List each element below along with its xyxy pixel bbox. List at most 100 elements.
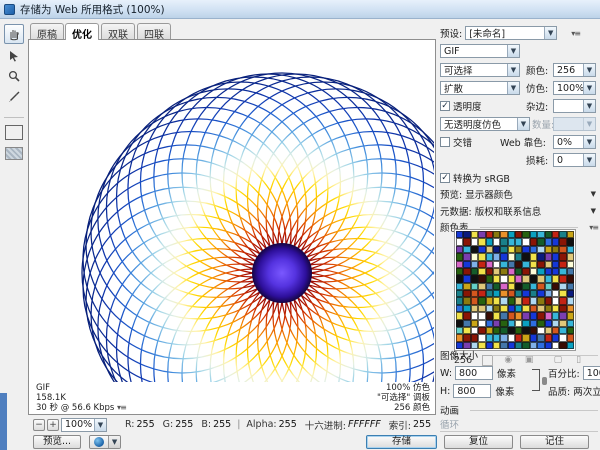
tab-4up[interactable]: 四联 bbox=[137, 23, 171, 41]
color-swatch[interactable] bbox=[522, 275, 530, 283]
color-swatch[interactable] bbox=[551, 312, 560, 320]
color-swatch[interactable] bbox=[515, 319, 523, 327]
color-swatch[interactable] bbox=[566, 282, 574, 290]
color-swatch[interactable] bbox=[478, 245, 486, 254]
color-swatch[interactable] bbox=[551, 282, 560, 290]
optimized-preview-area[interactable]: GIF 158.1K 30 秒 @ 56.6 Kbps ▾≡ 100% 仿色 "… bbox=[28, 39, 436, 415]
color-swatch[interactable] bbox=[544, 304, 552, 313]
color-swatch[interactable] bbox=[544, 334, 552, 342]
transparency-checkbox[interactable]: ✓ bbox=[440, 101, 450, 111]
preset-select[interactable]: [未命名] ▼ bbox=[465, 26, 558, 40]
save-button[interactable]: 存储 bbox=[366, 435, 437, 449]
chevron-down-icon[interactable]: ▼ bbox=[108, 435, 121, 448]
color-swatch[interactable] bbox=[492, 253, 501, 261]
color-swatch[interactable] bbox=[463, 326, 471, 335]
color-swatch[interactable] bbox=[470, 297, 479, 305]
color-swatch[interactable] bbox=[537, 282, 545, 290]
color-swatch[interactable] bbox=[492, 319, 501, 327]
color-swatch[interactable] bbox=[559, 290, 567, 298]
color-swatch[interactable] bbox=[551, 238, 560, 246]
color-swatch[interactable] bbox=[500, 253, 508, 261]
color-swatch[interactable] bbox=[529, 304, 538, 313]
color-swatch[interactable] bbox=[515, 231, 523, 239]
color-swatch[interactable] bbox=[507, 297, 515, 305]
color-swatch[interactable] bbox=[522, 267, 530, 276]
color-swatch[interactable] bbox=[478, 275, 486, 283]
color-swatch[interactable] bbox=[522, 334, 530, 342]
transparency-dither-select[interactable]: 无透明度仿色 ▼ bbox=[440, 117, 530, 131]
color-swatch[interactable] bbox=[566, 275, 574, 283]
matte-select[interactable]: ▼ bbox=[553, 99, 596, 113]
color-swatch[interactable] bbox=[492, 275, 501, 283]
width-input[interactable]: 800 bbox=[455, 366, 494, 380]
color-swatch[interactable] bbox=[537, 260, 545, 268]
color-swatch[interactable] bbox=[566, 231, 574, 239]
color-swatch[interactable] bbox=[544, 282, 552, 290]
color-swatch[interactable] bbox=[463, 231, 471, 239]
color-swatch[interactable] bbox=[515, 282, 523, 290]
percent-input[interactable]: 100 bbox=[582, 366, 600, 380]
color-swatch[interactable] bbox=[500, 282, 508, 290]
color-swatch[interactable] bbox=[500, 231, 508, 239]
color-swatch[interactable] bbox=[463, 275, 471, 283]
color-swatch[interactable] bbox=[500, 326, 508, 335]
color-swatch[interactable] bbox=[544, 245, 552, 254]
color-swatch[interactable] bbox=[456, 304, 464, 313]
color-swatch[interactable] bbox=[544, 312, 552, 320]
color-swatch[interactable] bbox=[463, 267, 471, 276]
color-swatch[interactable] bbox=[515, 260, 523, 268]
dither-method-select[interactable]: 扩散 ▼ bbox=[440, 81, 520, 95]
color-swatch[interactable] bbox=[456, 282, 464, 290]
color-swatch[interactable] bbox=[507, 334, 515, 342]
color-swatch[interactable] bbox=[529, 253, 538, 261]
browser-globe-icon[interactable] bbox=[90, 435, 109, 448]
color-swatch[interactable] bbox=[463, 238, 471, 246]
color-swatch[interactable] bbox=[478, 319, 486, 327]
color-swatch[interactable] bbox=[507, 282, 515, 290]
srgb-checkbox[interactable]: ✓ bbox=[440, 173, 450, 183]
preview-mode-value[interactable]: 显示器颜色 bbox=[465, 187, 513, 201]
color-swatch[interactable] bbox=[507, 290, 515, 298]
color-swatch[interactable] bbox=[492, 260, 501, 268]
color-swatch[interactable] bbox=[522, 253, 530, 261]
color-swatch[interactable] bbox=[544, 260, 552, 268]
color-swatch[interactable] bbox=[559, 326, 567, 335]
color-swatch[interactable] bbox=[470, 312, 479, 320]
color-swatch[interactable] bbox=[485, 238, 493, 246]
chevron-down-icon[interactable]: ▼ bbox=[583, 100, 595, 112]
color-swatch[interactable] bbox=[463, 304, 471, 313]
chevron-down-icon[interactable]: ▼ bbox=[583, 82, 595, 94]
color-swatch[interactable] bbox=[507, 260, 515, 268]
color-swatch[interactable] bbox=[529, 260, 538, 268]
color-swatch[interactable] bbox=[537, 275, 545, 283]
color-swatch[interactable] bbox=[492, 312, 501, 320]
color-swatch[interactable] bbox=[566, 238, 574, 246]
color-swatch[interactable] bbox=[551, 297, 560, 305]
color-swatch[interactable] bbox=[478, 282, 486, 290]
color-swatch[interactable] bbox=[478, 267, 486, 276]
preview-in-browser-button[interactable]: 预览... bbox=[33, 434, 82, 449]
colors-select[interactable]: 256 ▼ bbox=[553, 63, 596, 77]
color-swatch[interactable] bbox=[507, 238, 515, 246]
lossy-select[interactable]: 0 ▼ bbox=[553, 153, 596, 167]
color-swatch[interactable] bbox=[559, 304, 567, 313]
metadata-value[interactable]: 版权和联系信息 bbox=[475, 204, 542, 218]
color-swatch[interactable] bbox=[559, 282, 567, 290]
color-swatch[interactable] bbox=[485, 267, 493, 276]
color-swatch[interactable] bbox=[485, 245, 493, 254]
chevron-down-icon[interactable]: ▼ bbox=[591, 190, 596, 198]
color-swatch[interactable] bbox=[507, 304, 515, 313]
color-swatch[interactable] bbox=[500, 334, 508, 342]
color-swatch[interactable] bbox=[478, 334, 486, 342]
color-swatch[interactable] bbox=[559, 238, 567, 246]
color-swatch[interactable] bbox=[507, 245, 515, 254]
color-swatch[interactable] bbox=[537, 319, 545, 327]
color-swatch[interactable] bbox=[500, 312, 508, 320]
color-swatch[interactable] bbox=[551, 326, 560, 335]
color-swatch[interactable] bbox=[529, 312, 538, 320]
color-swatch[interactable] bbox=[537, 253, 545, 261]
color-swatch[interactable] bbox=[544, 297, 552, 305]
color-swatch[interactable] bbox=[485, 326, 493, 335]
color-swatch[interactable] bbox=[478, 253, 486, 261]
color-swatch[interactable] bbox=[537, 326, 545, 335]
